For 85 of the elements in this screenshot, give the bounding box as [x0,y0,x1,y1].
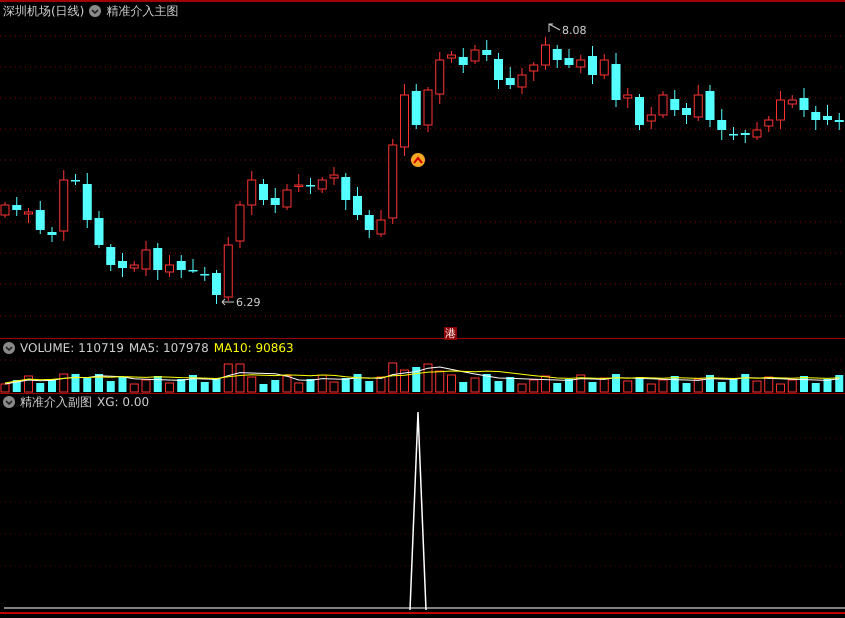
candlestick [353,186,362,220]
candlestick [470,44,480,64]
dropdown-icon[interactable] [3,396,15,408]
candlestick [294,174,304,192]
candlestick [646,106,656,130]
candlestick [36,200,45,234]
candlestick [106,244,116,272]
candlestick [588,46,597,84]
candlestick [142,240,150,276]
arrow-icon [222,298,234,306]
candlestick [506,66,515,90]
candlestick [494,52,503,90]
candlestick [541,36,550,70]
candlestick [282,184,292,210]
candlestick [176,254,186,278]
candlestick [740,130,750,144]
xg-value: XG: 0.00 [97,395,150,409]
candlestick [623,88,632,108]
candlestick [318,176,327,194]
candlestick [529,62,538,82]
volume-value: VOLUME: 110719 [20,340,124,354]
candlestick [834,112,844,130]
candlestick [24,208,33,224]
candlestick [658,90,668,118]
candlestick [717,108,726,140]
candlestick [341,172,350,210]
candlestick [82,172,92,228]
candlestick [612,52,620,108]
candlestick [376,210,386,238]
signal-icon [411,153,425,167]
candlestick [600,54,609,80]
candlestick [811,106,820,130]
candlestick [447,50,456,64]
candlestick [552,44,562,68]
candlestick [635,94,644,130]
candlestick [364,210,374,238]
candlestick [518,68,526,94]
candlestick [764,116,774,132]
candlestick [259,178,268,206]
ma5-value: MA5: 107978 [128,340,209,354]
candlestick [706,84,714,128]
candlestick [412,84,421,130]
candlestick [71,174,80,186]
candlestick [330,166,338,186]
stock-title: 深圳机场(日线) [3,2,84,20]
candlestick [94,210,104,248]
candlestick [564,48,574,68]
sub-indicator-title: 精准介入副图 [20,394,92,410]
candlestick [12,196,22,216]
candlestick [118,252,127,278]
candlestick [823,104,832,126]
high-price-label: 8.08 [562,24,586,37]
candlestick [165,254,174,278]
candlestick [670,90,680,116]
candlestick [212,270,221,304]
candlestick [682,102,691,124]
candlestick [435,52,444,104]
candlestick [482,40,492,62]
candlestick [729,126,738,140]
candlestick [776,90,785,130]
low-price-label: 6.29 [236,296,260,309]
ma10-value: MA10: 90863 [214,340,294,354]
candlestick [224,236,233,302]
candlestick [694,84,703,122]
dropdown-icon[interactable] [89,5,102,17]
candlestick [59,170,68,242]
market-tag: 港 [444,327,457,340]
candlestick [752,122,762,140]
candlestick [236,200,244,248]
candlestick [270,188,280,214]
dropdown-icon[interactable] [3,342,15,354]
candlestick [247,170,256,216]
candlestick [188,258,198,274]
candlestick [576,54,586,74]
candlestick [788,94,797,108]
candlestick [306,178,315,194]
candlestick [153,242,162,280]
candlestick [200,266,210,282]
candlestick [424,86,432,132]
candlestick [48,226,56,242]
indicator-title: 精准介入主图 [106,2,178,20]
candlestick [458,48,468,74]
candlestick [130,260,139,272]
candlestick [800,88,808,118]
arrow-icon [548,24,560,32]
